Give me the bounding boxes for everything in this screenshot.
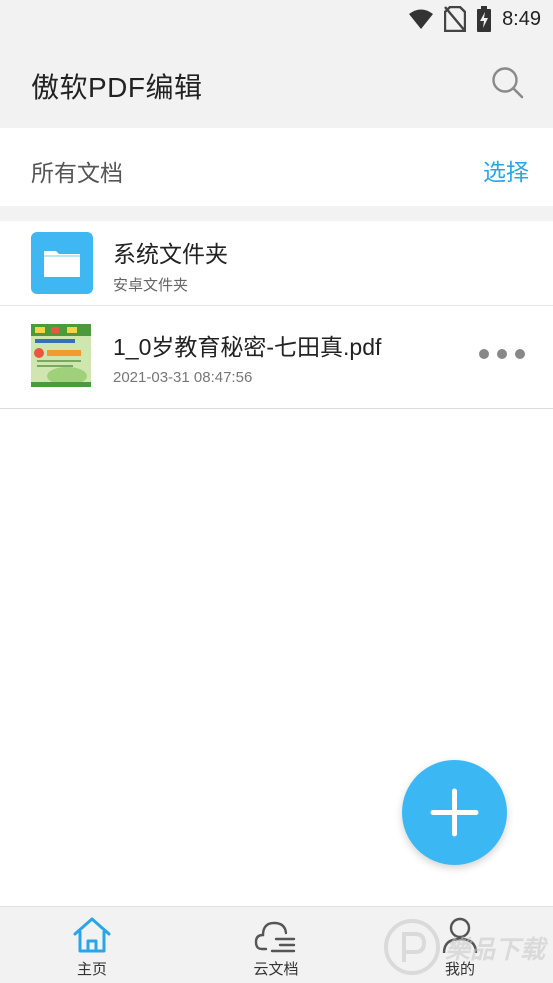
battery-charging-icon bbox=[477, 6, 492, 32]
pdf-thumbnail bbox=[31, 324, 91, 387]
cloud-icon bbox=[254, 921, 296, 953]
screen: 8:49 傲软PDF编辑 所有文档 选择 系统文件夹 安卓文件夹 1_0岁教育秘… bbox=[0, 0, 553, 983]
plus-icon bbox=[430, 788, 479, 837]
status-time: 8:49 bbox=[502, 7, 541, 30]
status-icons: 8:49 bbox=[408, 5, 541, 33]
file-date: 2021-03-31 08:47:56 bbox=[113, 369, 253, 386]
nav-item-home[interactable]: 主页 bbox=[22, 907, 162, 983]
list-item-system-folder[interactable]: 系统文件夹 安卓文件夹 bbox=[0, 221, 553, 306]
app-title: 傲软PDF编辑 bbox=[31, 72, 203, 103]
wifi-icon bbox=[409, 9, 434, 29]
status-bar: 8:49 bbox=[0, 0, 553, 38]
file-name: 1_0岁教育秘密-七田真.pdf bbox=[113, 334, 382, 360]
file-subtitle: 安卓文件夹 bbox=[113, 277, 189, 294]
divider-band bbox=[0, 206, 553, 221]
watermark-text: 樂品下载 bbox=[445, 936, 546, 964]
watermark-logo bbox=[384, 919, 440, 975]
list-item-pdf-file[interactable]: 1_0岁教育秘密-七田真.pdf 2021-03-31 08:47:56 bbox=[0, 306, 553, 409]
search-icon bbox=[492, 67, 524, 99]
more-button[interactable] bbox=[479, 346, 525, 362]
more-icon-dot bbox=[479, 349, 489, 359]
file-name: 系统文件夹 bbox=[113, 241, 228, 267]
section-header: 所有文档 选择 bbox=[0, 128, 553, 206]
no-sim-icon bbox=[444, 6, 467, 32]
nav-label: 云文档 bbox=[253, 961, 299, 978]
search-button[interactable] bbox=[491, 66, 525, 100]
select-button[interactable]: 选择 bbox=[483, 153, 529, 187]
home-icon bbox=[73, 917, 111, 953]
add-file-button[interactable] bbox=[402, 760, 507, 865]
section-title: 所有文档 bbox=[31, 160, 123, 186]
nav-label: 主页 bbox=[76, 961, 107, 978]
more-icon-dot bbox=[515, 349, 525, 359]
more-icon-dot bbox=[497, 349, 507, 359]
folder-icon bbox=[31, 232, 93, 294]
app-bar: 傲软PDF编辑 bbox=[0, 38, 553, 128]
nav-item-cloud-docs[interactable]: 云文档 bbox=[206, 907, 346, 983]
watermark: 樂品下载 bbox=[383, 918, 553, 980]
